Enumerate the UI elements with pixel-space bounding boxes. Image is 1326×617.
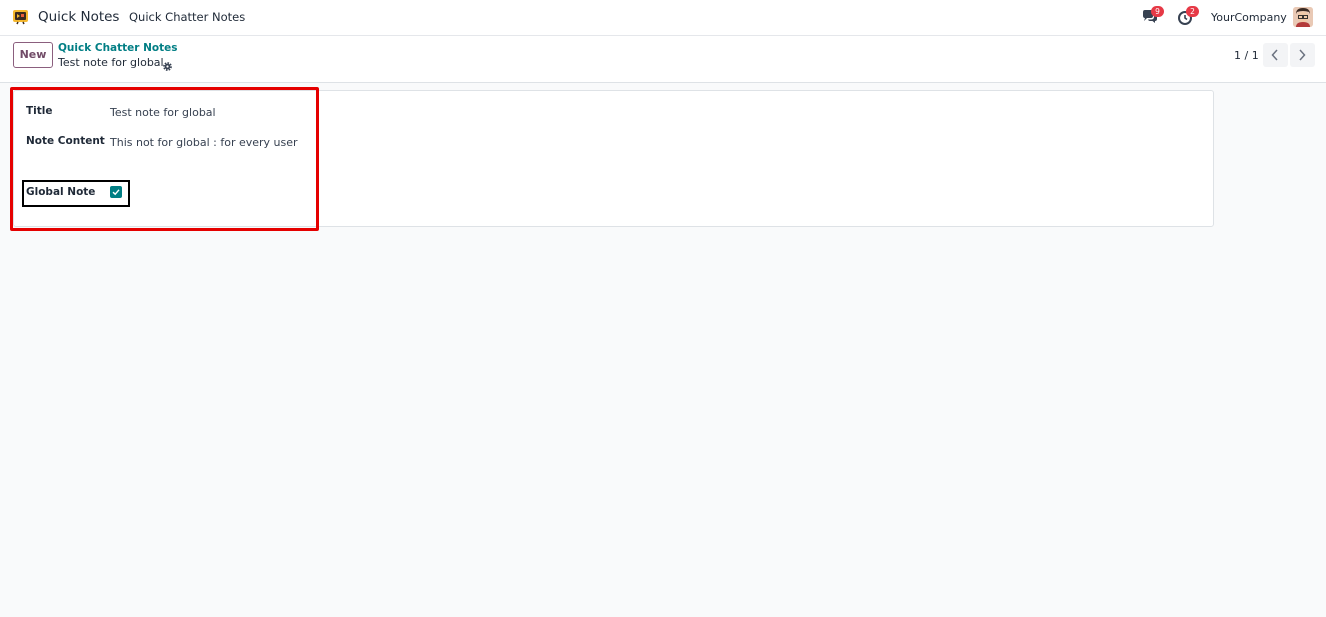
breadcrumb-current: Test note for global bbox=[58, 56, 164, 69]
user-avatar[interactable] bbox=[1293, 7, 1313, 27]
global-note-checkbox[interactable] bbox=[110, 186, 122, 198]
note-content-label: Note Content bbox=[26, 135, 105, 147]
app-logo-icon[interactable] bbox=[12, 9, 29, 25]
pager-previous-button[interactable] bbox=[1263, 43, 1288, 67]
menu-item-quick-chatter-notes[interactable]: Quick Chatter Notes bbox=[129, 10, 245, 24]
messages-count-badge: 9 bbox=[1151, 6, 1164, 17]
activities-count-badge: 2 bbox=[1186, 6, 1199, 17]
activities-button[interactable]: 2 bbox=[1177, 6, 1199, 25]
company-switcher[interactable]: YourCompany bbox=[1211, 11, 1287, 24]
note-content-field[interactable]: This not for global : for every user bbox=[110, 136, 298, 149]
new-button[interactable]: New bbox=[13, 42, 53, 68]
title-label: Title bbox=[26, 105, 53, 117]
checkmark-icon bbox=[112, 189, 120, 196]
top-navbar: Quick Notes Quick Chatter Notes 9 2 Your… bbox=[0, 0, 1326, 36]
control-panel: New Quick Chatter Notes Test note for gl… bbox=[0, 36, 1326, 83]
messages-button[interactable]: 9 bbox=[1142, 6, 1164, 25]
chevron-right-icon bbox=[1299, 49, 1306, 61]
gear-icon[interactable] bbox=[162, 57, 173, 71]
pager-value[interactable]: 1 / 1 bbox=[1234, 49, 1259, 62]
title-field[interactable]: Test note for global bbox=[110, 106, 216, 119]
pager-next-button[interactable] bbox=[1290, 43, 1315, 67]
breadcrumb-parent[interactable]: Quick Chatter Notes bbox=[58, 42, 178, 54]
chevron-left-icon bbox=[1271, 49, 1278, 61]
global-note-label: Global Note bbox=[26, 186, 96, 198]
app-name[interactable]: Quick Notes bbox=[38, 9, 119, 25]
